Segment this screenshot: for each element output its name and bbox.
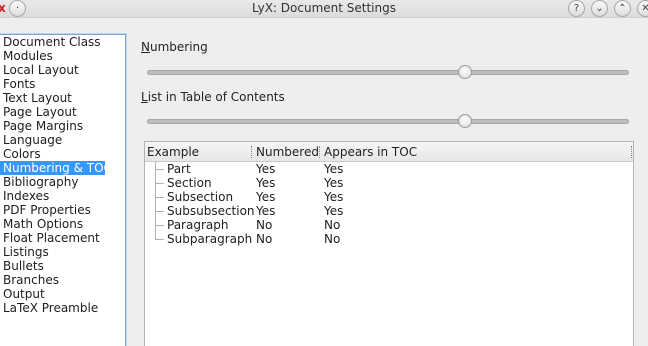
sidebar-item[interactable]: Output [0, 287, 125, 301]
tree-branch-line [155, 197, 164, 198]
numbering-tree-view[interactable]: Example Numbered Appears in TOC Part Yes Y… [144, 141, 634, 346]
sidebar-item[interactable]: Numbering & TOC [0, 161, 112, 175]
sidebar-item[interactable]: Bullets [0, 259, 125, 273]
sidebar-item[interactable]: Text Layout [0, 91, 125, 105]
tree-branch-line [155, 232, 156, 239]
cell-example: Subsubsection [167, 204, 255, 218]
numbering-slider-track[interactable] [147, 70, 629, 75]
help-button[interactable]: ? [568, 0, 585, 17]
header-separator[interactable] [631, 146, 632, 158]
header-example[interactable]: Example [147, 145, 199, 159]
numbering-label: Numbering [141, 40, 208, 54]
table-row[interactable]: Subsection Yes Yes [145, 190, 633, 204]
cell-numbered: No [256, 232, 273, 246]
cell-numbered: Yes [256, 176, 276, 190]
table-row[interactable]: Part Yes Yes [145, 162, 633, 176]
cell-numbered: Yes [256, 190, 276, 204]
sidebar-item[interactable]: Fonts [0, 77, 125, 91]
sidebar-item[interactable]: LaTeX Preamble [0, 301, 125, 315]
cell-toc: No [324, 232, 341, 246]
sidebar-item[interactable]: Local Layout [0, 63, 125, 77]
minimize-button[interactable]: ⌄ [591, 0, 608, 17]
close-button[interactable]: ✕ [637, 0, 648, 17]
cell-toc: Yes [324, 162, 344, 176]
cell-example: Subparagraph [167, 232, 253, 246]
cell-example: Part [167, 162, 191, 176]
cell-numbered: No [256, 218, 273, 232]
tree-branch-line [155, 183, 164, 184]
sidebar-item[interactable]: Colors [0, 147, 125, 161]
header-numbered[interactable]: Numbered [256, 145, 319, 159]
sidebar-item[interactable]: Page Margins [0, 119, 125, 133]
numbering-slider-handle[interactable] [458, 65, 473, 79]
table-row[interactable]: Subparagraph No No [145, 232, 633, 246]
tree-branch-line [155, 239, 164, 240]
tree-branch-line [155, 211, 164, 212]
header-separator[interactable] [251, 146, 252, 158]
window-titlebar: x · LyX: Document Settings ? ⌄ ⌃ ✕ [0, 0, 648, 18]
sidebar-item[interactable]: Bibliography [0, 175, 125, 189]
cell-numbered: Yes [256, 162, 276, 176]
table-row[interactable]: Subsubsection Yes Yes [145, 204, 633, 218]
sidebar-item[interactable]: Modules [0, 49, 125, 63]
sidebar-item[interactable]: Indexes [0, 189, 125, 203]
table-row[interactable]: Section Yes Yes [145, 176, 633, 190]
cell-toc: Yes [324, 176, 344, 190]
cell-example: Paragraph [167, 218, 229, 232]
window-title: LyX: Document Settings [252, 1, 396, 15]
header-appears-in-toc[interactable]: Appears in TOC [324, 145, 417, 159]
maximize-button[interactable]: ⌃ [614, 0, 631, 17]
tree-header: Example Numbered Appears in TOC [145, 142, 633, 162]
sidebar-item[interactable]: Float Placement [0, 231, 125, 245]
sidebar-item[interactable]: Branches [0, 273, 125, 287]
sidebar-item[interactable]: PDF Properties [0, 203, 125, 217]
cell-toc: No [324, 218, 341, 232]
header-separator[interactable] [319, 146, 320, 158]
sidebar-item[interactable]: Math Options [0, 217, 125, 231]
toc-slider-handle[interactable] [458, 114, 473, 128]
cell-example: Section [167, 176, 212, 190]
cell-toc: Yes [324, 204, 344, 218]
sidebar-item[interactable]: Document Class [0, 35, 125, 49]
tree-body: Part Yes Yes Section Yes Yes Subsection Yes Yes S… [145, 162, 633, 246]
sidebar-item[interactable]: Page Layout [0, 105, 125, 119]
sidebar-item[interactable]: Listings [0, 245, 125, 259]
cell-example: Subsection [167, 190, 234, 204]
toc-slider-track[interactable] [147, 119, 629, 124]
table-row[interactable]: Paragraph No No [145, 218, 633, 232]
cell-numbered: Yes [256, 204, 276, 218]
cell-toc: Yes [324, 190, 344, 204]
settings-category-list[interactable]: Document Class Modules Local Layout Fonts Te… [0, 34, 126, 346]
tree-branch-line [155, 225, 164, 226]
toc-label: List in Table of Contents [141, 90, 285, 104]
tree-branch-line [155, 169, 164, 170]
sidebar-item[interactable]: Language [0, 133, 125, 147]
